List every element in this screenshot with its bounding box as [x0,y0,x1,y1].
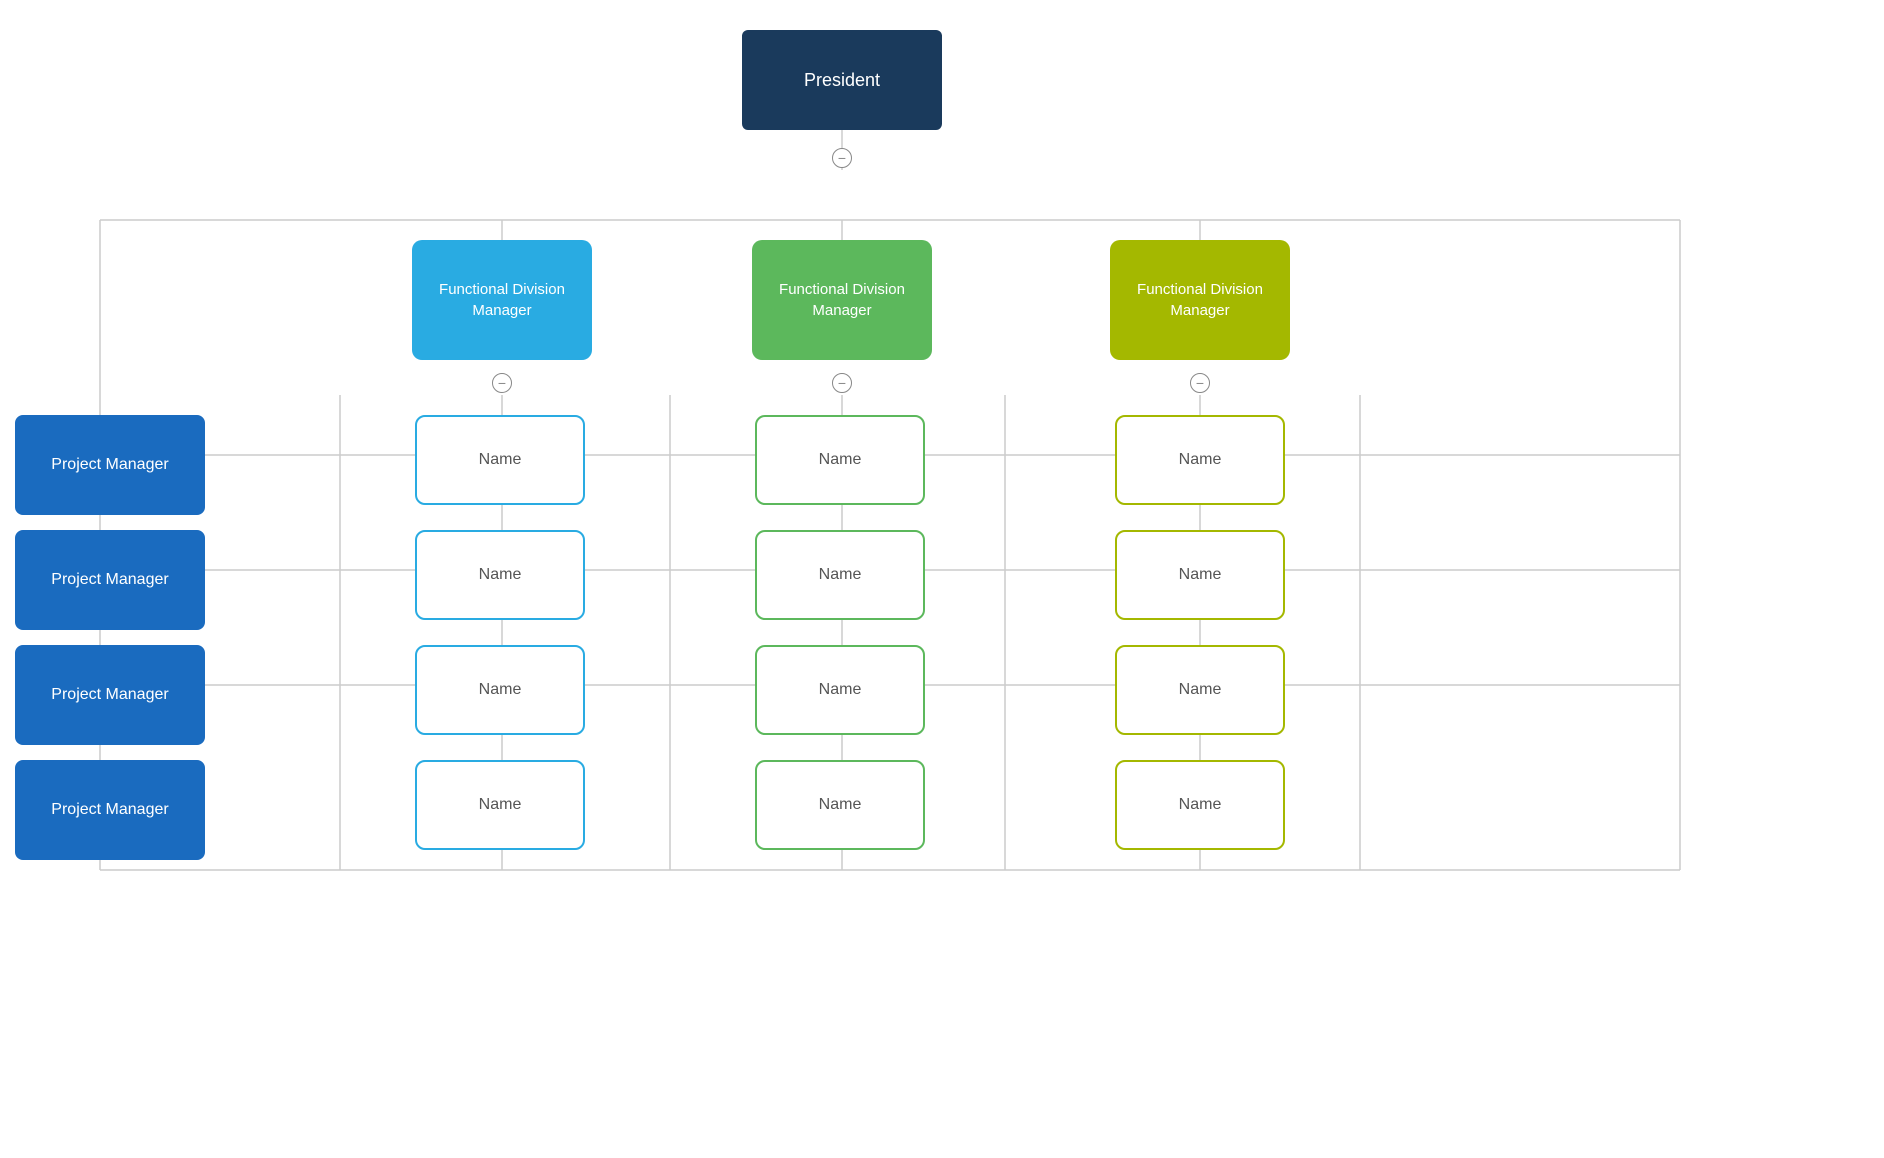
president-node[interactable]: President [742,30,942,130]
fdm-node-blue[interactable]: Functional DivisionManager [412,240,592,360]
president-collapse-icon[interactable]: − [832,148,852,168]
name-box-blue-4[interactable]: Name [415,760,585,850]
fdm-blue-collapse-icon[interactable]: − [492,373,512,393]
fdm-yellow-collapse-icon[interactable]: − [1190,373,1210,393]
name-box-blue-2[interactable]: Name [415,530,585,620]
connector-lines [0,0,1884,1158]
pm-node-3[interactable]: Project Manager [15,645,205,745]
chart-container: President − Functional DivisionManager −… [0,0,1884,1158]
name-box-yellow-4[interactable]: Name [1115,760,1285,850]
name-box-green-4[interactable]: Name [755,760,925,850]
pm-node-4[interactable]: Project Manager [15,760,205,860]
fdm-node-yellow[interactable]: Functional DivisionManager [1110,240,1290,360]
fdm-node-green[interactable]: Functional DivisionManager [752,240,932,360]
fdm-green-collapse-icon[interactable]: − [832,373,852,393]
name-box-blue-3[interactable]: Name [415,645,585,735]
name-box-yellow-2[interactable]: Name [1115,530,1285,620]
name-box-green-1[interactable]: Name [755,415,925,505]
name-box-yellow-1[interactable]: Name [1115,415,1285,505]
pm-node-2[interactable]: Project Manager [15,530,205,630]
name-box-yellow-3[interactable]: Name [1115,645,1285,735]
name-box-green-2[interactable]: Name [755,530,925,620]
name-box-blue-1[interactable]: Name [415,415,585,505]
pm-node-1[interactable]: Project Manager [15,415,205,515]
name-box-green-3[interactable]: Name [755,645,925,735]
